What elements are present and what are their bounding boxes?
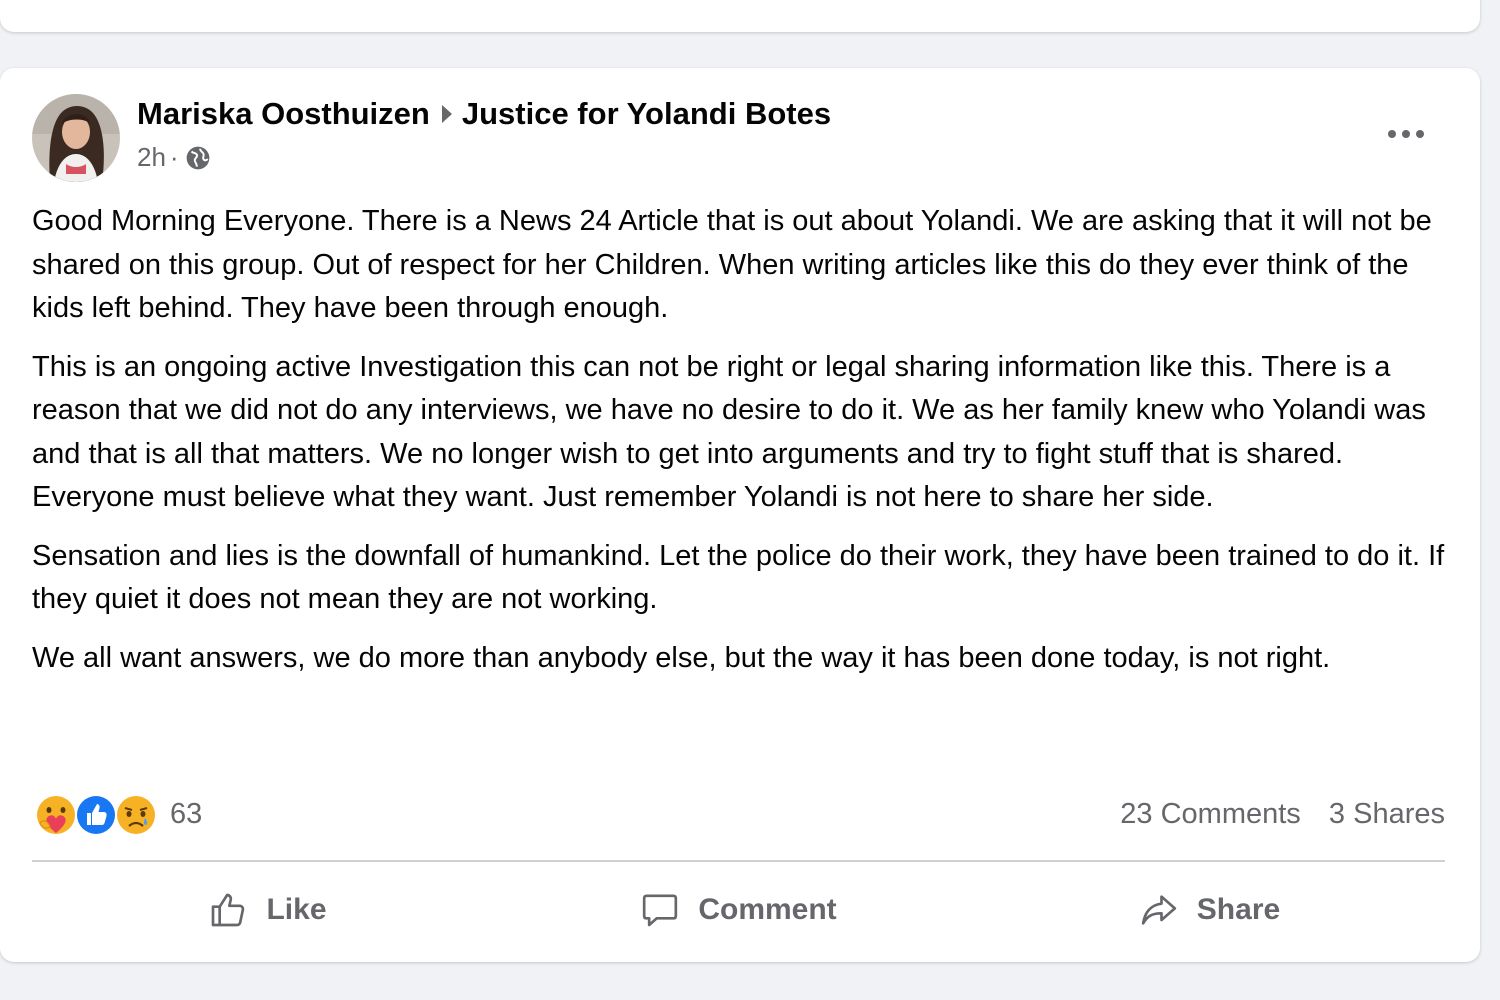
reaction-count[interactable]: 63 — [170, 798, 202, 831]
avatar-image — [32, 94, 120, 182]
comment-icon — [643, 894, 678, 927]
comment-button[interactable]: Comment — [503, 874, 974, 946]
post-body: Good Morning Everyone. There is a News 2… — [32, 200, 1452, 695]
post-card: Mariska Oosthuizen Justice for Yolandi B… — [0, 68, 1480, 962]
shares-count[interactable]: 3 Shares — [1329, 798, 1445, 830]
post-paragraph: This is an ongoing active Investigation … — [32, 350, 1426, 514]
avatar[interactable] — [32, 94, 120, 182]
more-dots-icon — [1388, 130, 1424, 138]
author-line: Mariska Oosthuizen Justice for Yolandi B… — [137, 96, 831, 132]
like-label: Like — [266, 893, 327, 926]
sad-icon — [115, 794, 157, 836]
post-time[interactable]: 2h — [137, 142, 166, 173]
post-paragraph: Good Morning Everyone. There is a News 2… — [32, 205, 1432, 324]
divider — [32, 860, 1445, 862]
meta-separator: · — [169, 142, 179, 172]
post-meta: 2h · — [137, 142, 211, 173]
post-paragraph: Sensation and lies is the downfall of hu… — [32, 539, 1445, 616]
post-paragraph: We all want answers, we do more than any… — [32, 641, 1331, 674]
reaction-icons[interactable] — [34, 793, 160, 837]
share-label: Share — [1196, 893, 1281, 926]
post-header: Mariska Oosthuizen Justice for Yolandi B… — [32, 94, 1452, 184]
comments-count[interactable]: 23 Comments — [1120, 798, 1301, 830]
engagement-counts: 23 Comments 3 Shares — [1120, 798, 1445, 831]
author-name[interactable]: Mariska Oosthuizen — [137, 96, 430, 132]
more-options-button[interactable] — [1382, 110, 1430, 158]
share-button[interactable]: Share — [974, 874, 1445, 946]
reactions-row: 63 23 Comments 3 Shares — [32, 790, 1445, 840]
share-arrow-icon — [1141, 895, 1176, 925]
caret-right-icon — [441, 105, 452, 123]
post-actions: Like Comment Share — [32, 874, 1445, 946]
thumbs-up-icon — [212, 893, 245, 927]
group-name[interactable]: Justice for Yolandi Botes — [462, 96, 831, 132]
comment-label: Comment — [698, 893, 837, 926]
care-icon — [35, 794, 77, 836]
like-button[interactable]: Like — [32, 874, 503, 946]
globe-icon — [186, 146, 209, 169]
like-reaction-icon — [75, 794, 117, 836]
previous-post-card — [0, 0, 1480, 32]
